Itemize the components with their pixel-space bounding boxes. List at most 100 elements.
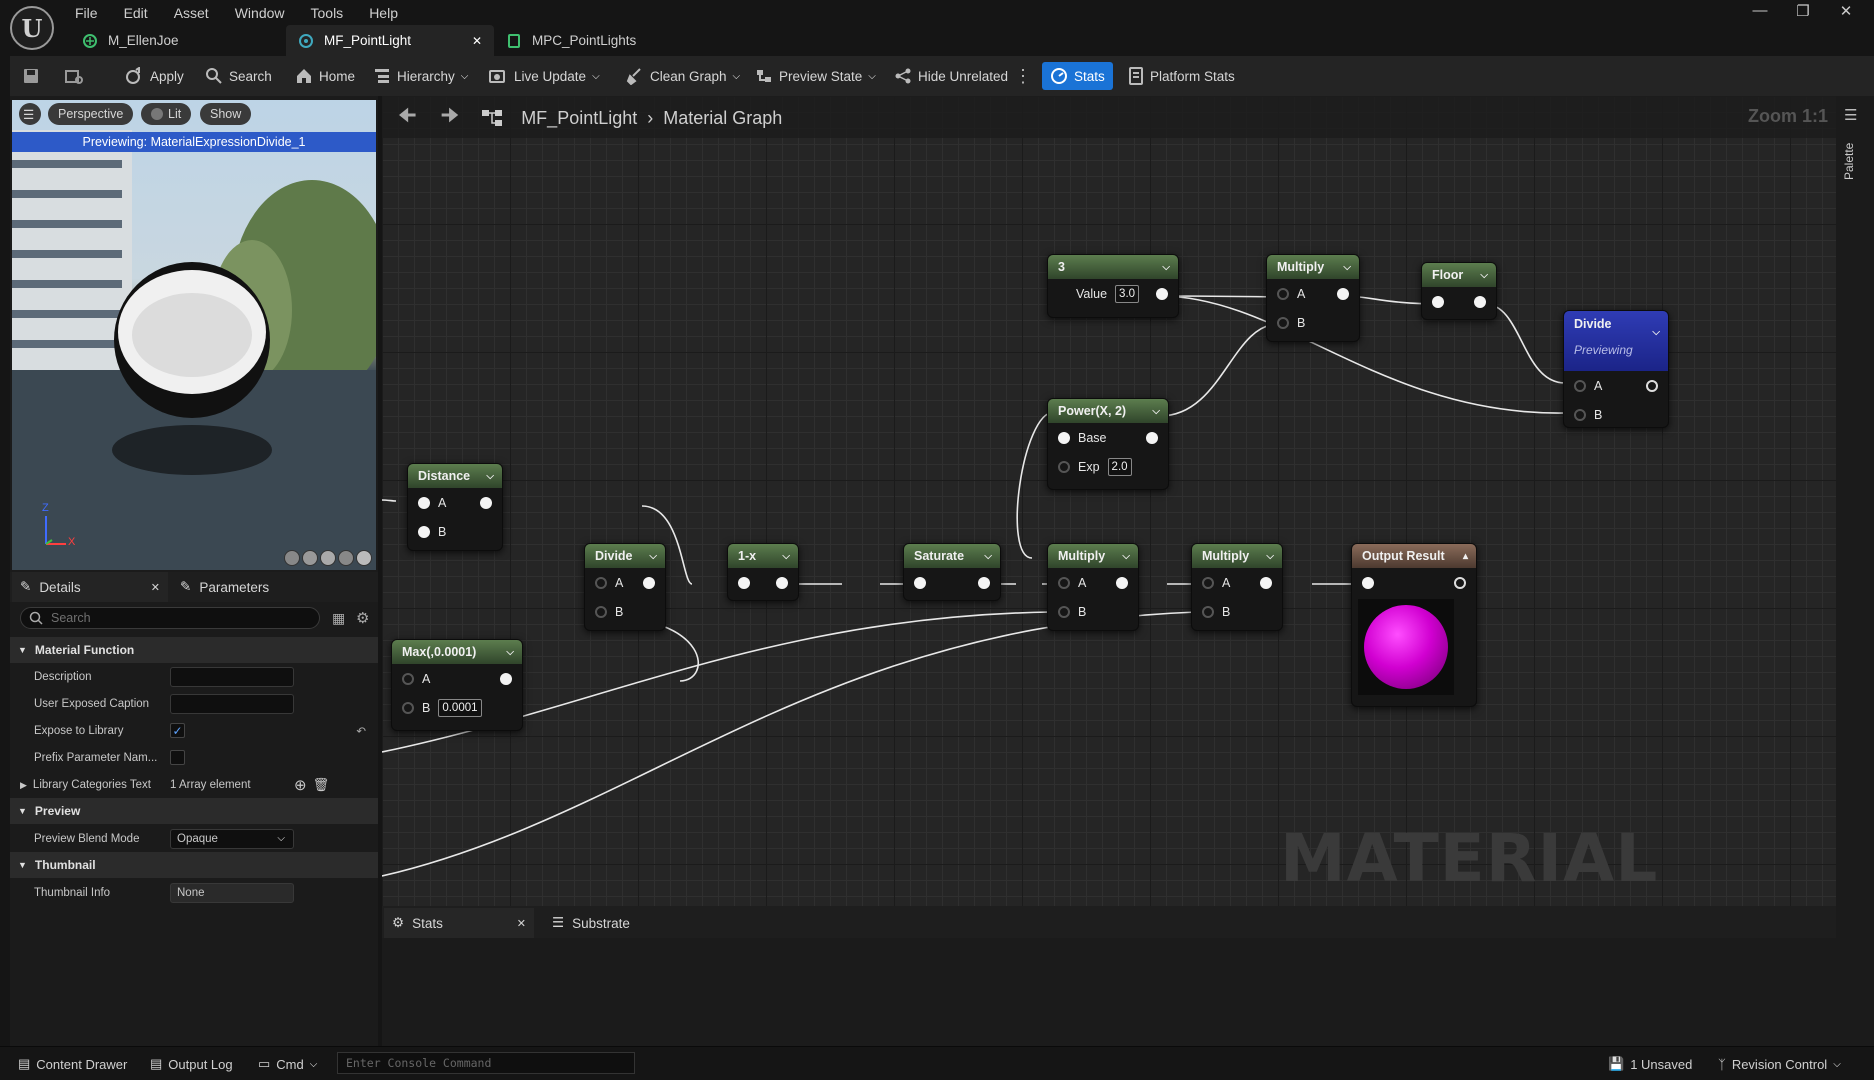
section-thumbnail[interactable]: ▼ Thumbnail	[10, 852, 378, 878]
input-pin-a[interactable]	[1202, 576, 1214, 589]
chevron-down-icon[interactable]: ⌵	[782, 551, 790, 562]
prefix-parameter-checkbox[interactable]	[170, 750, 185, 765]
apply-button[interactable]: Apply	[124, 62, 184, 90]
chevron-down-icon[interactable]: ⌵	[1480, 270, 1488, 281]
chevron-down-icon[interactable]: ⌵	[1152, 406, 1160, 417]
viewport-menu-icon[interactable]: ☰	[19, 103, 41, 125]
palette-tab[interactable]: Palette	[1842, 140, 1864, 180]
chevron-down-icon[interactable]: ⌵	[506, 647, 514, 658]
input-pin-a[interactable]	[1277, 287, 1289, 300]
menu-tools[interactable]: Tools	[311, 5, 344, 21]
chevron-down-icon[interactable]: ⌵	[1266, 551, 1274, 562]
perspective-button[interactable]: Perspective	[48, 103, 134, 125]
minimize-icon[interactable]: —	[1745, 2, 1775, 22]
input-pin-b[interactable]	[1574, 408, 1586, 421]
output-pin[interactable]	[978, 576, 990, 589]
node-constant-3[interactable]: 3 ⌵ Value 3.0	[1047, 254, 1179, 318]
output-pin[interactable]	[776, 576, 788, 589]
lit-button[interactable]: Lit	[141, 103, 192, 125]
hierarchy-button[interactable]: Hierarchy ⌵	[373, 62, 468, 90]
input-pin-b[interactable]	[418, 525, 430, 538]
input-pin-exp[interactable]	[1058, 460, 1070, 473]
output-pin[interactable]	[1146, 431, 1158, 444]
output-pin[interactable]	[1337, 287, 1349, 300]
close-tab-icon[interactable]: ✕	[472, 34, 482, 48]
input-pin-a[interactable]	[1574, 379, 1586, 392]
node-multiply-2[interactable]: Multiply ⌵ A B	[1191, 543, 1283, 631]
node-divide[interactable]: Divide ⌵ A B	[584, 543, 666, 631]
add-element-icon[interactable]: ⊕	[294, 776, 307, 794]
node-floor[interactable]: Floor ⌵	[1421, 262, 1497, 320]
node-multiply-top[interactable]: Multiply ⌵ A B	[1266, 254, 1360, 342]
input-pin-b[interactable]	[1277, 316, 1289, 329]
b-value-input[interactable]: 0.0001	[438, 698, 482, 717]
chevron-down-icon[interactable]: ⌵	[649, 551, 657, 562]
home-button[interactable]: Home	[295, 62, 355, 90]
input-pin[interactable]	[914, 576, 926, 589]
stats-button[interactable]: Stats	[1042, 62, 1113, 90]
input-pin-b[interactable]	[402, 701, 414, 714]
output-pin[interactable]	[1260, 576, 1272, 589]
tab-details[interactable]: ✎ Details ✕	[12, 572, 168, 602]
close-tab-icon[interactable]: ✕	[151, 581, 160, 594]
unsaved-button[interactable]: 💾 1 Unsaved	[1608, 1052, 1692, 1076]
menu-window[interactable]: Window	[235, 5, 285, 21]
output-pin[interactable]	[643, 576, 655, 589]
cmd-dropdown[interactable]: ▭ Cmd ⌵	[258, 1052, 317, 1076]
more-options-icon[interactable]: ⋮	[1014, 62, 1032, 90]
tab-m-ellenjoe[interactable]: M_EllenJoe	[70, 25, 286, 56]
browse-icon[interactable]	[64, 62, 84, 90]
breadcrumb-asset[interactable]: MF_PointLight	[521, 108, 637, 129]
input-pin-a[interactable]	[418, 496, 430, 509]
output-pin[interactable]	[1646, 379, 1658, 392]
value-input[interactable]: 3.0	[1115, 284, 1140, 303]
input-pin[interactable]	[1432, 295, 1444, 308]
custom-mesh-icon[interactable]	[356, 550, 372, 566]
user-exposed-caption-field[interactable]	[170, 693, 294, 714]
node-one-minus[interactable]: 1-x ⌵	[727, 543, 799, 601]
reset-to-default-icon[interactable]: ↶	[356, 724, 366, 738]
chevron-down-icon[interactable]: ⌵	[486, 471, 494, 482]
output-pin[interactable]	[1474, 295, 1486, 308]
chevron-up-icon[interactable]: ▴	[1463, 551, 1468, 562]
search-button[interactable]: Search	[205, 62, 272, 90]
output-pin[interactable]	[500, 672, 512, 685]
input-pin-b[interactable]	[1202, 605, 1214, 618]
back-arrow-icon[interactable]: 🠈	[398, 101, 417, 135]
node-distance[interactable]: Distance ⌵ A B	[407, 463, 503, 551]
settings-gear-icon[interactable]: ⚙	[356, 609, 369, 627]
output-log-button[interactable]: ▤ Output Log	[150, 1052, 233, 1076]
show-button[interactable]: Show	[200, 103, 252, 125]
node-power[interactable]: Power(X, 2) ⌵ Base Exp 2.0	[1047, 398, 1169, 490]
preview-viewport[interactable]	[12, 100, 376, 570]
breadcrumb-graph[interactable]: Material Graph	[663, 108, 782, 129]
tab-stats[interactable]: ⚙ Stats ✕	[384, 908, 534, 938]
chevron-down-icon[interactable]: ⌵	[1343, 262, 1351, 273]
input-pin-a[interactable]	[595, 576, 607, 589]
graph-tree-icon[interactable]	[481, 108, 503, 128]
palette-menu-icon[interactable]: ☰	[1844, 106, 1857, 124]
unreal-logo-icon[interactable]: U	[10, 6, 54, 50]
close-tab-icon[interactable]: ✕	[517, 917, 526, 930]
chevron-down-icon[interactable]: ⌵	[1162, 262, 1170, 273]
input-pin[interactable]	[1362, 576, 1374, 589]
output-pin[interactable]	[1454, 576, 1466, 589]
caret-right-icon[interactable]: ▶	[20, 780, 27, 790]
thumbnail-info-field[interactable]: None	[170, 882, 294, 903]
output-pin[interactable]	[480, 496, 492, 509]
hide-unrelated-button[interactable]: Hide Unrelated	[894, 62, 1008, 90]
platform-stats-button[interactable]: Platform Stats	[1128, 62, 1235, 90]
section-preview[interactable]: ▼ Preview	[10, 798, 378, 824]
sphere-mesh-icon[interactable]	[302, 550, 318, 566]
section-material-function[interactable]: ▼ Material Function	[10, 637, 378, 663]
node-saturate[interactable]: Saturate ⌵	[903, 543, 1001, 601]
restore-icon[interactable]: ❐	[1788, 2, 1818, 22]
clean-graph-button[interactable]: Clean Graph ⌵	[626, 62, 740, 90]
node-divide-previewing[interactable]: Divide ⌵ Previewing A B	[1563, 310, 1669, 428]
input-pin-b[interactable]	[595, 605, 607, 618]
preview-blend-mode-dropdown[interactable]: Opaque ⌵	[170, 828, 294, 849]
input-pin-a[interactable]	[402, 672, 414, 685]
chevron-down-icon[interactable]: ⌵	[1652, 327, 1660, 338]
exp-value-input[interactable]: 2.0	[1107, 457, 1132, 476]
input-pin-base[interactable]	[1058, 431, 1070, 444]
